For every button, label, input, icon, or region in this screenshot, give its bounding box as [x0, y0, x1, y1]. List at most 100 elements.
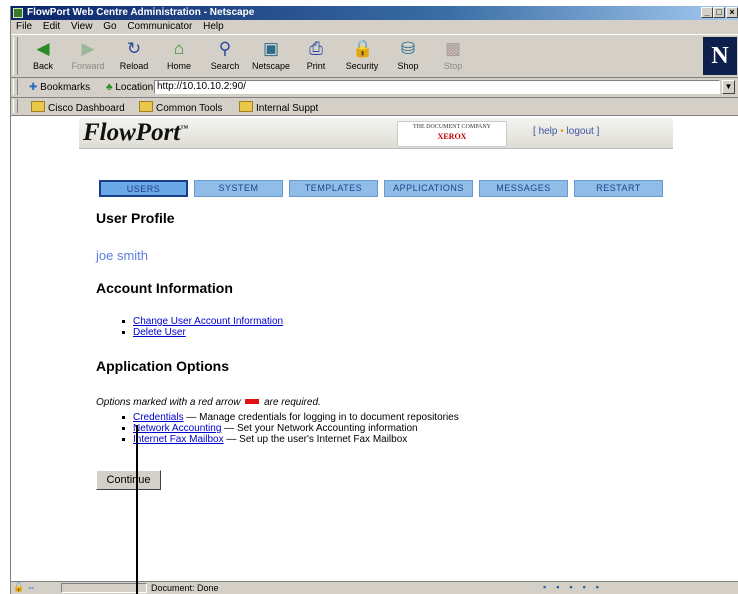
- netscape-button[interactable]: ▣ Netscape: [249, 39, 293, 75]
- netscape-icon: ▣: [262, 39, 280, 58]
- bookmark-common-tools[interactable]: Common Tools: [139, 101, 223, 114]
- security-button[interactable]: 🔒 Security: [340, 39, 384, 75]
- bookmark-internal-suppt[interactable]: Internal Suppt: [239, 101, 318, 114]
- back-button[interactable]: ◀ Back: [21, 39, 65, 75]
- minimize-button[interactable]: _: [701, 7, 713, 18]
- back-label: Back: [32, 61, 53, 71]
- bookmarks-label: Bookmarks: [40, 82, 91, 93]
- user-profile-heading: User Profile: [96, 210, 175, 226]
- netscape-logo[interactable]: N: [703, 37, 737, 75]
- application-options-heading: Application Options: [96, 358, 229, 374]
- bookmark-label: Cisco Dashboard: [48, 103, 125, 114]
- tab-applications[interactable]: APPLICATIONS: [384, 180, 473, 197]
- network-accounting-link[interactable]: Network Accounting: [133, 423, 221, 434]
- account-information-heading: Account Information: [96, 280, 233, 296]
- menu-bar: File Edit View Go Communicator Help: [11, 20, 738, 34]
- folder-icon: [139, 101, 153, 112]
- component-bar-icons[interactable]: ▪▪▪▪▪: [543, 582, 609, 592]
- bookmarks-button[interactable]: ✚ Bookmarks: [29, 82, 90, 93]
- folder-icon: [239, 101, 253, 112]
- tab-users[interactable]: USERS: [99, 180, 188, 197]
- trademark: ™: [180, 123, 189, 133]
- header-links: [ help • logout ]: [533, 126, 599, 137]
- print-label: Print: [306, 61, 326, 71]
- url-input[interactable]: http://10.10.10.2:90/: [154, 80, 720, 94]
- company-brand: XEROX: [437, 132, 467, 141]
- reload-label: Reload: [119, 61, 149, 71]
- url-dropdown-button[interactable]: ▼: [722, 80, 735, 94]
- search-icon: ⚲: [218, 39, 232, 58]
- bracket-open: [: [533, 126, 536, 137]
- stop-label: Stop: [443, 61, 463, 71]
- menu-help[interactable]: Help: [203, 20, 224, 34]
- stop-button[interactable]: ▩ Stop: [431, 39, 475, 75]
- page-proxy-icon: ♣: [106, 82, 113, 93]
- tab-messages[interactable]: MESSAGES: [479, 180, 568, 197]
- note-text-after: are required.: [264, 397, 321, 408]
- location-label-text: Location:: [115, 82, 156, 93]
- progress-bar: [61, 583, 147, 593]
- account-links: Change User Account Information Delete U…: [119, 316, 283, 338]
- home-icon: ⌂: [173, 39, 185, 58]
- tab-system[interactable]: SYSTEM: [194, 180, 283, 197]
- bookmark-cisco-dashboard[interactable]: Cisco Dashboard: [31, 101, 125, 114]
- menu-view[interactable]: View: [71, 20, 93, 34]
- home-button[interactable]: ⌂ Home: [157, 39, 201, 75]
- list-item: Change User Account Information: [119, 316, 283, 327]
- help-link[interactable]: help: [539, 126, 558, 137]
- change-account-link[interactable]: Change User Account Information: [133, 316, 283, 327]
- callout-line: [136, 425, 138, 594]
- credentials-link[interactable]: Credentials: [133, 412, 184, 423]
- folder-icon: [31, 101, 45, 112]
- browser-window: FlowPort Web Centre Administration - Net…: [10, 6, 738, 594]
- list-item: Internet Fax Mailbox — Set up the user's…: [119, 434, 459, 445]
- shop-icon: ⛁: [400, 39, 416, 58]
- delete-user-link[interactable]: Delete User: [133, 327, 186, 338]
- location-grip[interactable]: [13, 79, 18, 95]
- menu-go[interactable]: Go: [103, 20, 116, 34]
- forward-button[interactable]: ▶ Forward: [66, 39, 110, 75]
- title-bar: FlowPort Web Centre Administration - Net…: [11, 6, 738, 20]
- security-label: Security: [345, 61, 379, 71]
- required-note: Options marked with a red arrow are requ…: [96, 397, 321, 408]
- reload-icon: ↻: [126, 39, 142, 58]
- bookmark-label: Internal Suppt: [256, 103, 319, 114]
- menu-communicator[interactable]: Communicator: [127, 20, 192, 34]
- forward-arrow-icon: ▶: [81, 39, 95, 58]
- username: joe smith: [96, 248, 149, 263]
- toolbar-grip[interactable]: [13, 37, 18, 75]
- menu-file[interactable]: File: [16, 20, 32, 34]
- list-item: Network Accounting — Set your Network Ac…: [119, 423, 459, 434]
- logout-link[interactable]: logout: [567, 126, 594, 137]
- security-status-icon[interactable]: 🔓 ⇔: [13, 582, 36, 593]
- company-tagline: THE DOCUMENT COMPANY: [412, 124, 491, 130]
- location-toolbar: ✚ Bookmarks ♣ Location: http://10.10.10.…: [11, 78, 738, 98]
- personal-grip[interactable]: [13, 99, 18, 113]
- tab-restart[interactable]: RESTART: [574, 180, 663, 197]
- personal-toolbar: Cisco Dashboard Common Tools Internal Su…: [11, 98, 738, 116]
- shop-label: Shop: [397, 61, 419, 71]
- navigation-toolbar: ◀ Back ▶ Forward ↻ Reload ⌂ Home ⚲ Searc…: [11, 34, 738, 78]
- page-content: FlowPort™ THE DOCUMENT COMPANY XEROX [ h…: [11, 116, 738, 581]
- security-lock-icon: 🔒: [352, 39, 374, 58]
- close-button[interactable]: ×: [726, 7, 738, 18]
- print-button[interactable]: ⎙ Print: [294, 39, 338, 75]
- note-text-before: Options marked with a red arrow: [96, 397, 241, 408]
- option-description: — Set up the user's Internet Fax Mailbox: [226, 434, 408, 445]
- list-item: Delete User: [119, 327, 283, 338]
- menu-edit[interactable]: Edit: [43, 20, 60, 34]
- search-button[interactable]: ⚲ Search: [203, 39, 247, 75]
- red-arrow-icon: [245, 399, 260, 404]
- window-title: FlowPort Web Centre Administration - Net…: [27, 7, 255, 18]
- location-label: ♣ Location:: [106, 82, 156, 93]
- print-icon: ⎙: [309, 39, 323, 58]
- internet-fax-mailbox-link[interactable]: Internet Fax Mailbox: [133, 434, 224, 445]
- shop-button[interactable]: ⛁ Shop: [386, 39, 430, 75]
- status-bar: 🔓 ⇔ Document: Done ▪▪▪▪▪: [11, 581, 738, 594]
- forward-label: Forward: [71, 61, 105, 71]
- maximize-button[interactable]: □: [713, 7, 725, 18]
- reload-button[interactable]: ↻ Reload: [112, 39, 156, 75]
- flowport-logo-text: FlowPort: [83, 119, 181, 146]
- tab-templates[interactable]: TEMPLATES: [289, 180, 378, 197]
- continue-button[interactable]: Continue: [96, 470, 161, 490]
